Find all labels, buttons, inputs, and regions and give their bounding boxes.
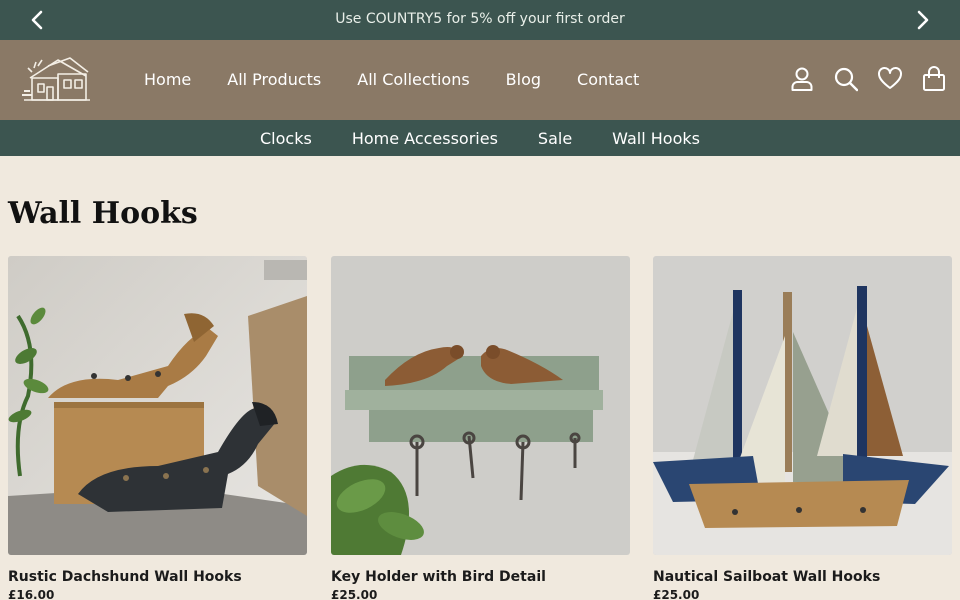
collection-nav: Clocks Home Accessories Sale Wall Hooks	[0, 120, 960, 156]
header-icons	[790, 66, 946, 92]
product-card-dachshund[interactable]: Rustic Dachshund Wall Hooks £16.00	[8, 256, 307, 600]
product-price: £25.00	[653, 588, 700, 600]
subnav-wall-hooks[interactable]: Wall Hooks	[612, 129, 700, 148]
main-nav: Home All Products All Collections Blog C…	[144, 70, 639, 89]
wishlist-heart-icon[interactable]	[878, 66, 902, 92]
cottage-logo-icon[interactable]	[20, 54, 92, 106]
search-icon[interactable]	[834, 66, 859, 92]
nav-contact[interactable]: Contact	[577, 70, 639, 89]
account-icon[interactable]	[790, 66, 814, 92]
announcement-bar: Use COUNTRY5 for 5% off your first order	[0, 0, 960, 40]
announcement-text: Use COUNTRY5 for 5% off your first order	[335, 11, 625, 27]
product-name[interactable]: Rustic Dachshund Wall Hooks	[8, 569, 307, 585]
subnav-sale[interactable]: Sale	[538, 129, 572, 148]
product-price: £16.00	[8, 588, 55, 600]
product-image-key-holder[interactable]	[331, 256, 630, 555]
page-title: Wall Hooks	[8, 196, 198, 231]
cart-bag-icon[interactable]	[922, 66, 946, 92]
site-header: Home All Products All Collections Blog C…	[0, 40, 960, 120]
subnav-clocks[interactable]: Clocks	[260, 129, 312, 148]
product-price: £25.00	[331, 588, 378, 600]
product-name[interactable]: Key Holder with Bird Detail	[331, 569, 630, 585]
nav-all-products[interactable]: All Products	[227, 70, 321, 89]
product-card-key-holder[interactable]: Key Holder with Bird Detail £25.00	[331, 256, 630, 600]
subnav-home-accessories[interactable]: Home Accessories	[352, 129, 498, 148]
chevron-right-icon[interactable]	[910, 8, 934, 32]
nav-home[interactable]: Home	[144, 70, 191, 89]
nav-all-collections[interactable]: All Collections	[357, 70, 469, 89]
product-name[interactable]: Nautical Sailboat Wall Hooks	[653, 569, 952, 585]
product-image-dachshund-hooks[interactable]	[8, 256, 307, 555]
product-image-sailboat-hooks[interactable]	[653, 256, 952, 555]
nav-blog[interactable]: Blog	[506, 70, 541, 89]
product-card-sailboat[interactable]: Nautical Sailboat Wall Hooks £25.00	[653, 256, 952, 600]
